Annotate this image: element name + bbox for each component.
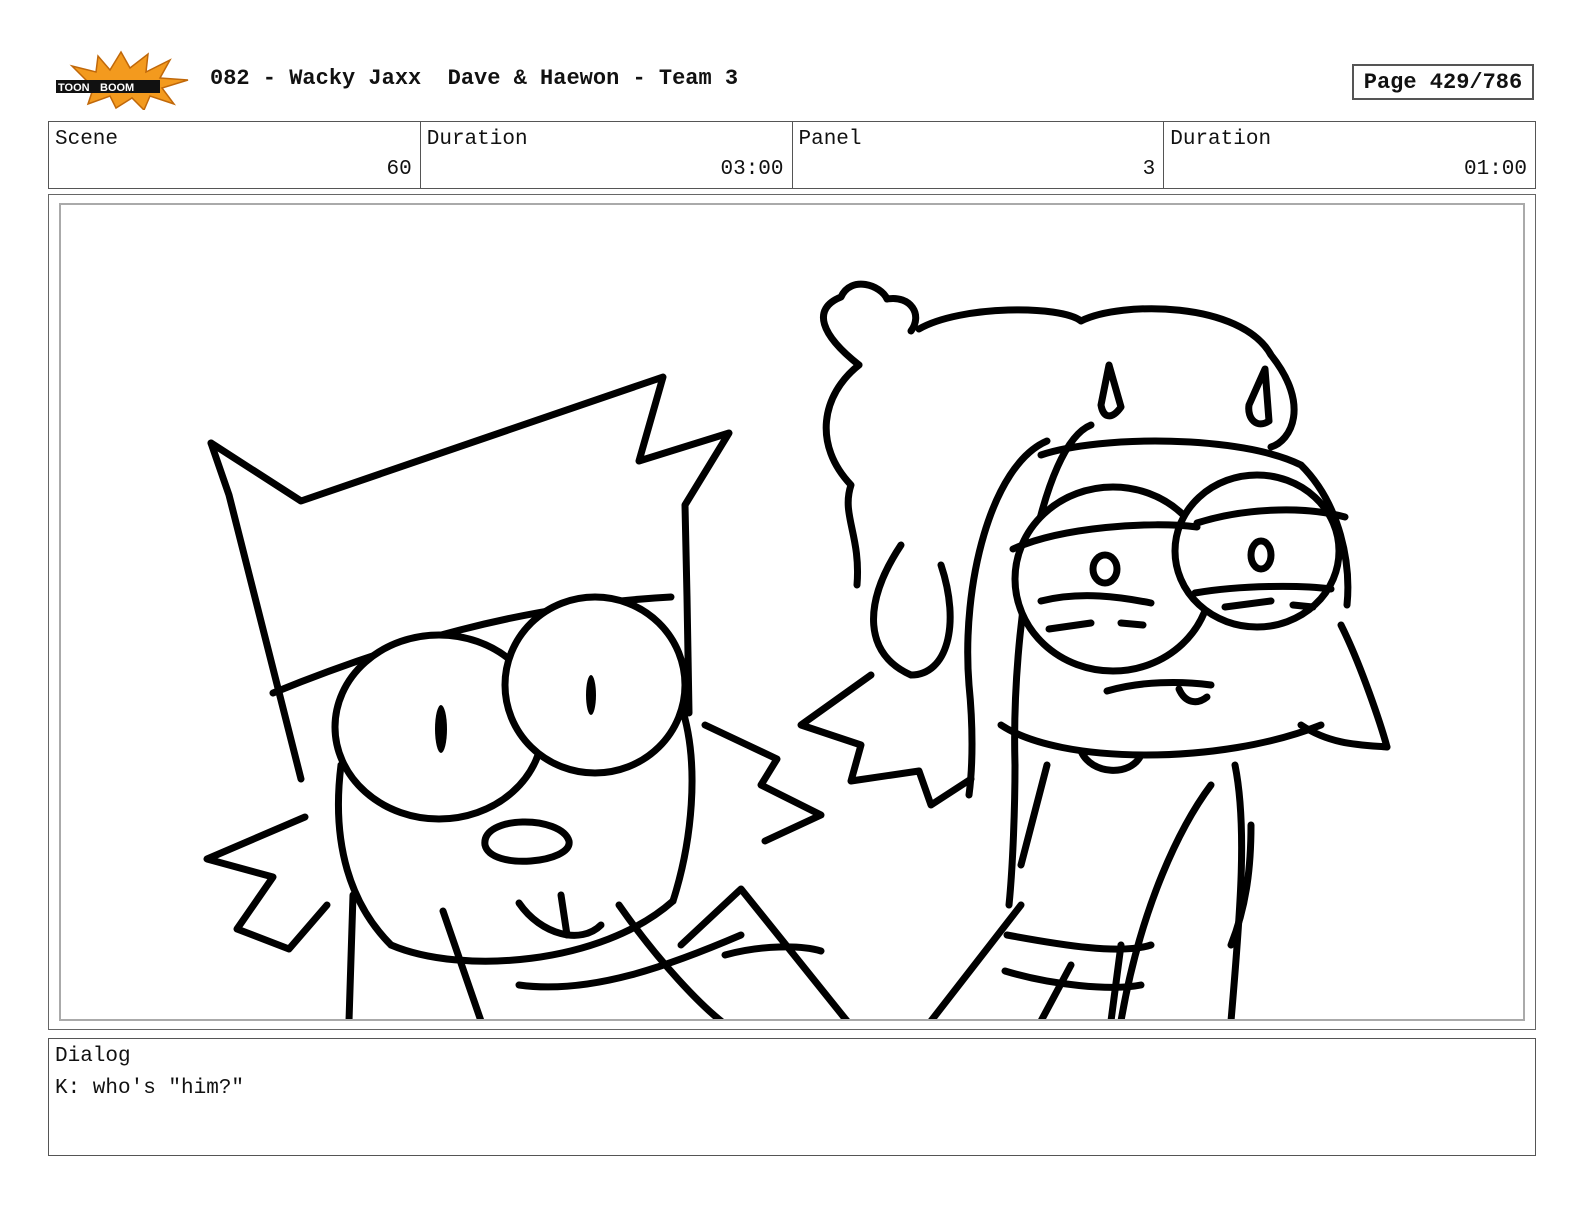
panel-value: 3 (1142, 158, 1156, 181)
scene-info-table: Scene 60 Duration 03:00 Panel 3 Duration… (48, 121, 1536, 189)
document-title: 082 - Wacky Jaxx Dave & Haewon - Team 3 (210, 66, 739, 91)
scene-duration-value: 03:00 (720, 158, 784, 181)
storyboard-sketch-icon (203, 280, 1391, 1019)
dialog-text: K: who's "him?" (55, 1077, 245, 1100)
dialog-box: Dialog K: who's "him?" (48, 1038, 1536, 1156)
panel-label: Panel (798, 128, 862, 151)
svg-text:TOON: TOON (58, 82, 90, 94)
svg-text:BOOM: BOOM (100, 82, 134, 94)
dialog-label: Dialog (55, 1045, 131, 1068)
panel-duration-value: 01:00 (1463, 158, 1527, 181)
panel-cell: Panel 3 (791, 122, 1164, 188)
toon-boom-logo-icon: TOON BOOM (52, 50, 190, 112)
storyboard-panel-frame (48, 194, 1536, 1030)
panel-duration-cell: Duration 01:00 (1163, 122, 1535, 188)
scene-duration-cell: Duration 03:00 (419, 122, 792, 188)
storyboard-panel (59, 203, 1525, 1021)
panel-duration-label: Duration (1170, 128, 1272, 151)
scene-duration-label: Duration (426, 128, 528, 151)
scene-label: Scene (55, 128, 119, 151)
page-indicator: Page 429/786 (1352, 64, 1534, 100)
scene-cell: Scene 60 (49, 122, 420, 188)
scene-value: 60 (386, 158, 412, 181)
